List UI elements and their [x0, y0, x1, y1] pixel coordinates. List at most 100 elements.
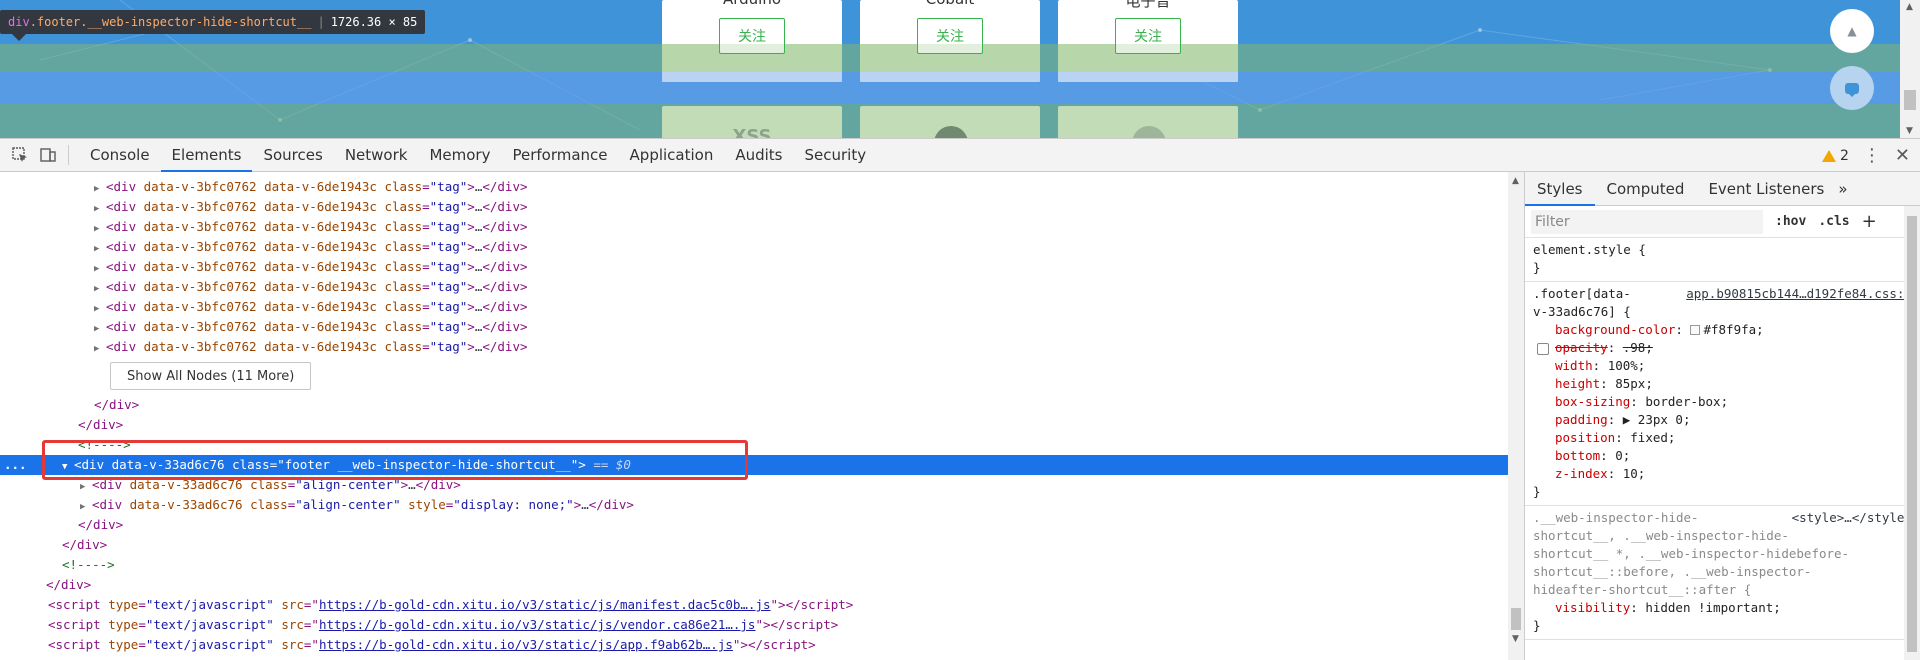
- tab-event-listeners[interactable]: Event Listeners: [1696, 172, 1836, 206]
- elements-scrollbar[interactable]: ▲ ▼: [1508, 172, 1524, 660]
- sidebar-scrollbar[interactable]: [1904, 206, 1920, 660]
- expand-triangle-icon[interactable]: ▶: [94, 339, 106, 359]
- css-declaration[interactable]: width: 100%;: [1533, 357, 1912, 375]
- scroll-down-icon[interactable]: ▼: [1906, 126, 1913, 136]
- warning-icon: [1821, 149, 1836, 162]
- dom-node-tag[interactable]: ▶ <div data-v-3bfc0762 data-v-6de1943c cl…: [0, 297, 1508, 317]
- elements-dom-tree[interactable]: ▶ <div data-v-3bfc0762 data-v-6de1943c cl…: [0, 172, 1508, 660]
- class-toggle[interactable]: .cls: [1818, 214, 1849, 229]
- css-declaration[interactable]: height: 85px;: [1533, 375, 1912, 393]
- warnings-counter[interactable]: 2: [1821, 148, 1849, 164]
- dom-comment[interactable]: <!---->: [0, 435, 1508, 455]
- styles-filter-input[interactable]: [1531, 209, 1763, 234]
- device-toolbar-icon[interactable]: [34, 141, 62, 169]
- expand-triangle-icon[interactable]: ▶: [80, 497, 92, 517]
- scroll-to-top-button[interactable]: ▲: [1830, 9, 1874, 53]
- scroll-up-icon[interactable]: ▲: [1512, 176, 1519, 186]
- hide-shortcut-css-rule[interactable]: <style>…</style> .__web-inspector-hide- …: [1525, 506, 1920, 640]
- tab-audits[interactable]: Audits: [724, 139, 793, 172]
- add-rule-icon[interactable]: +: [1862, 211, 1877, 232]
- follow-button[interactable]: 关注: [719, 18, 785, 54]
- expand-triangle-icon[interactable]: ▶: [94, 219, 106, 239]
- color-swatch-icon[interactable]: [1690, 325, 1701, 335]
- tab-network[interactable]: Network: [334, 139, 419, 172]
- follow-button[interactable]: 关注: [917, 18, 983, 54]
- tab-application[interactable]: Application: [619, 139, 725, 172]
- arrow-up-icon: ▲: [1847, 24, 1857, 38]
- scrollbar-thumb[interactable]: [1907, 216, 1917, 652]
- expand-triangle-icon[interactable]: ▶: [80, 477, 92, 497]
- dom-node-script[interactable]: <script type="text/javascript" src="http…: [0, 595, 1508, 615]
- node-actions-icon[interactable]: ...: [4, 455, 27, 475]
- element-style-rule[interactable]: element.style { }: [1525, 238, 1920, 282]
- dom-node-tag[interactable]: ▶ <div data-v-3bfc0762 data-v-6de1943c cl…: [0, 237, 1508, 257]
- dom-node-tag[interactable]: ▶ <div data-v-3bfc0762 data-v-6de1943c cl…: [0, 277, 1508, 297]
- dom-node-align-center[interactable]: ▶ <div data-v-33ad6c76 class="align-cente…: [0, 475, 1508, 495]
- tab-styles[interactable]: Styles: [1525, 172, 1595, 206]
- scrollbar-thumb[interactable]: [1511, 608, 1521, 630]
- inspect-element-icon[interactable]: [6, 141, 34, 169]
- show-all-nodes-button[interactable]: Show All Nodes (11 More): [110, 362, 312, 390]
- dom-node-tag[interactable]: ▶ <div data-v-3bfc0762 data-v-6de1943c cl…: [0, 217, 1508, 237]
- close-icon[interactable]: ✕: [1895, 145, 1910, 166]
- chat-button[interactable]: [1830, 66, 1874, 110]
- dom-node-tag[interactable]: ▶ <div data-v-3bfc0762 data-v-6de1943c cl…: [0, 197, 1508, 217]
- scrollbar-thumb[interactable]: [1904, 90, 1916, 110]
- style-tag-source[interactable]: <style>…</style>: [1787, 509, 1912, 527]
- dom-node-tag[interactable]: ▶ <div data-v-3bfc0762 data-v-6de1943c cl…: [0, 317, 1508, 337]
- tag-card-title: Arduino: [662, 0, 842, 8]
- expand-triangle-icon[interactable]: ▶: [94, 239, 106, 259]
- tab-console[interactable]: Console: [79, 139, 161, 172]
- expand-triangle-icon[interactable]: ▶: [94, 319, 106, 339]
- css-declaration[interactable]: visibility: hidden !important;: [1533, 599, 1912, 617]
- tab-performance[interactable]: Performance: [501, 139, 618, 172]
- dom-comment[interactable]: <!---->: [0, 555, 1508, 575]
- tab-computed[interactable]: Computed: [1595, 172, 1697, 206]
- xss-logo: XSS: [732, 126, 772, 138]
- expand-triangle-icon[interactable]: ▶: [94, 279, 106, 299]
- follow-button[interactable]: 关注: [1115, 18, 1181, 54]
- css-declaration[interactable]: z-index: 10;: [1533, 465, 1912, 483]
- stylesheet-link[interactable]: app.b90815cb144…d192fe84.css:1: [1682, 285, 1912, 303]
- css-declaration[interactable]: background-color: #f8f9fa;: [1533, 321, 1912, 339]
- page-scrollbar[interactable]: ▲ ▼: [1900, 0, 1920, 138]
- css-declaration[interactable]: opacity: .98;: [1533, 339, 1912, 357]
- dom-close-tag[interactable]: </div>: [0, 395, 1508, 415]
- footer-css-rule[interactable]: app.b90815cb144…d192fe84.css:1 .footer[d…: [1525, 282, 1920, 506]
- dom-node-script[interactable]: <script type="text/javascript" src="http…: [0, 615, 1508, 635]
- tab-security[interactable]: Security: [794, 139, 878, 172]
- more-options-icon[interactable]: ⋮: [1863, 145, 1881, 166]
- declaration-checkbox[interactable]: [1537, 343, 1549, 355]
- dom-node-footer-selected[interactable]: ... ▼ <div data-v-33ad6c76 class="footer …: [0, 455, 1508, 475]
- css-declaration[interactable]: position: fixed;: [1533, 429, 1912, 447]
- tab-memory[interactable]: Memory: [418, 139, 501, 172]
- dom-node-tag[interactable]: ▶ <div data-v-3bfc0762 data-v-6de1943c cl…: [0, 177, 1508, 197]
- dom-close-tag[interactable]: </div>: [0, 535, 1508, 555]
- dom-node-tag[interactable]: ▶ <div data-v-3bfc0762 data-v-6de1943c cl…: [0, 257, 1508, 277]
- css-declaration[interactable]: bottom: 0;: [1533, 447, 1912, 465]
- script-src-link[interactable]: https://b-gold-cdn.xitu.io/v3/static/js/…: [319, 597, 771, 612]
- hover-state-toggle[interactable]: :hov: [1775, 214, 1806, 229]
- script-src-link[interactable]: https://b-gold-cdn.xitu.io/v3/static/js/…: [319, 617, 756, 632]
- dom-close-tag[interactable]: </div>: [0, 415, 1508, 435]
- expand-triangle-icon[interactable]: ▶: [94, 179, 106, 199]
- dom-close-tag[interactable]: </div>: [0, 515, 1508, 535]
- css-declaration[interactable]: box-sizing: border-box;: [1533, 393, 1912, 411]
- script-src-link[interactable]: https://b-gold-cdn.xitu.io/v3/static/js/…: [319, 637, 733, 652]
- dom-close-tag[interactable]: </div>: [0, 575, 1508, 595]
- scroll-up-icon[interactable]: ▲: [1906, 2, 1913, 12]
- collapse-triangle-icon[interactable]: ▼: [62, 457, 74, 477]
- dom-node-tag[interactable]: ▶ <div data-v-3bfc0762 data-v-6de1943c cl…: [0, 337, 1508, 357]
- dom-node-align-center-hidden[interactable]: ▶ <div data-v-33ad6c76 class="align-cente…: [0, 495, 1508, 515]
- expand-triangle-icon[interactable]: ▶: [94, 199, 106, 219]
- more-tabs-icon[interactable]: »: [1838, 180, 1847, 198]
- tab-sources[interactable]: Sources: [252, 139, 333, 172]
- expand-triangle-icon[interactable]: ▶: [94, 299, 106, 319]
- tooltip-size: 1726.36 × 85: [330, 15, 418, 29]
- expand-triangle-icon[interactable]: ▶: [94, 259, 106, 279]
- css-declaration[interactable]: padding: ▶ 23px 0;: [1533, 411, 1912, 429]
- scroll-down-icon[interactable]: ▼: [1512, 634, 1519, 644]
- dom-node-script[interactable]: <script type="text/javascript" src="http…: [0, 635, 1508, 655]
- tab-elements[interactable]: Elements: [160, 139, 253, 172]
- tooltip-arrow: [12, 34, 26, 41]
